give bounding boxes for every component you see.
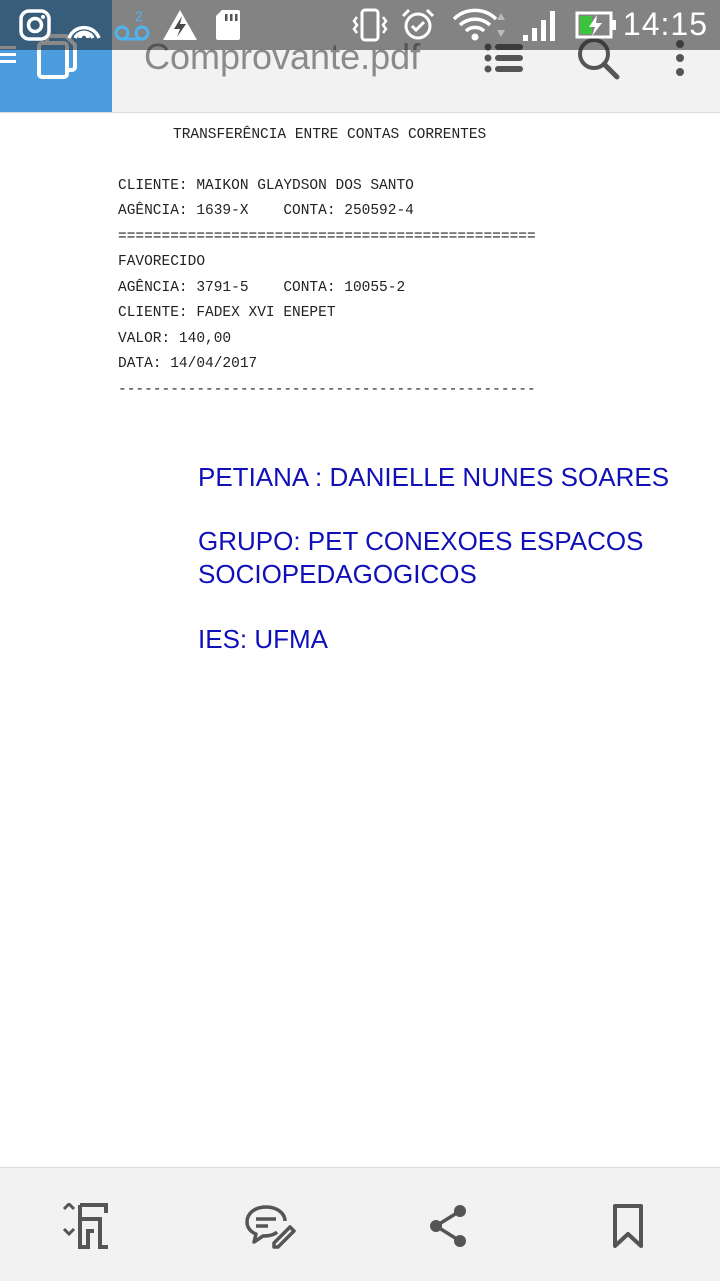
vibrate-icon <box>350 7 390 43</box>
annotation-petiana: PETIANA : DANIELLE NUNES SOARES <box>198 462 670 492</box>
signal-icon <box>520 7 560 43</box>
agency-line: AGÊNCIA: 1639-X CONTA: 250592-4 <box>118 203 414 219</box>
date-line: DATA: 14/04/2017 <box>118 356 258 372</box>
reflow-icon <box>62 1203 108 1249</box>
favorecido-client-line: CLIENTE: FADEX XVI ENEPET <box>118 305 336 321</box>
share-button[interactable] <box>422 1200 474 1252</box>
comment-button[interactable] <box>244 1200 296 1252</box>
favorecido-label: FAVORECIDO <box>118 254 206 270</box>
pdf-page[interactable]: TRANSFERÊNCIA ENTRE CONTAS CORRENTES CLI… <box>0 113 720 1167</box>
svg-text:2: 2 <box>135 8 143 24</box>
sd-card-icon <box>212 7 244 43</box>
wifi-icon <box>452 7 508 43</box>
comment-edit-icon <box>245 1205 296 1249</box>
annotation-ies: IES: UFMA <box>198 624 329 654</box>
separator-double: ========================================… <box>118 229 536 245</box>
instagram-icon <box>16 7 54 43</box>
share-icon <box>430 1205 466 1247</box>
clock: 14:15 <box>622 6 708 42</box>
annotation-grupo: GRUPO: PET CONEXOES ESPACOS SOCIOPEDAGOG… <box>198 526 644 589</box>
hotspot-icon <box>64 7 104 43</box>
value-line: VALOR: 140,00 <box>118 331 232 347</box>
warning-icon <box>160 7 200 43</box>
client-line: CLIENTE: MAIKON GLAYDSON DOS SANTO <box>118 178 414 194</box>
bookmark-icon <box>613 1204 643 1248</box>
favorecido-agency-line: AGÊNCIA: 3791-5 CONTA: 10055-2 <box>118 280 406 296</box>
separator-dashed: ----------------------------------------… <box>118 382 536 398</box>
bookmark-button[interactable] <box>602 1200 654 1252</box>
reflow-button[interactable] <box>60 1200 112 1252</box>
alarm-icon <box>398 7 438 43</box>
bottom-toolbar <box>0 1167 720 1281</box>
receipt-heading: TRANSFERÊNCIA ENTRE CONTAS CORRENTES <box>173 127 487 143</box>
status-bar: 2 14:15 <box>0 0 720 50</box>
battery-charging-icon <box>574 7 618 43</box>
voicemail-icon: 2 <box>112 7 152 43</box>
